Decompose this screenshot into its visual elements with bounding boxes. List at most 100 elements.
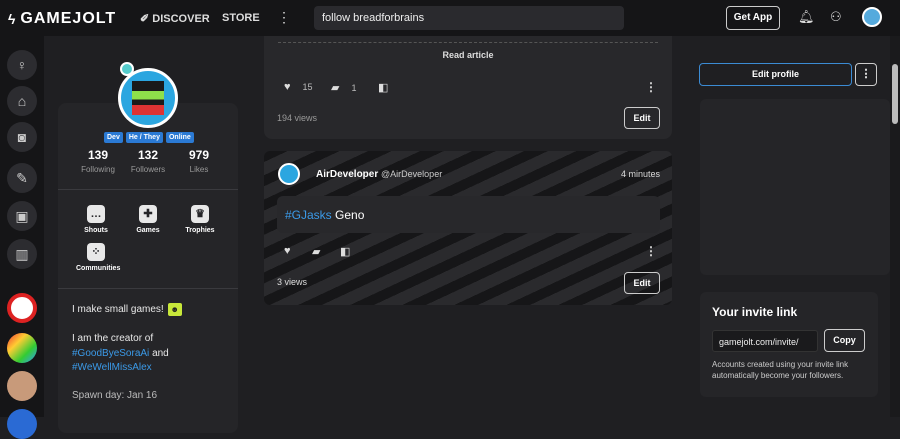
- user-avatar[interactable]: [862, 7, 882, 27]
- sticker-icon: ◧: [378, 82, 389, 94]
- store-link[interactable]: STORE: [222, 12, 260, 24]
- games-tile[interactable]: ✚ Games: [128, 205, 168, 234]
- profile-tags: Dev He / They Online: [104, 132, 194, 143]
- spawn-day: Spawn day: Jan 16: [72, 390, 158, 401]
- logo-text: GAMEJOLT: [20, 10, 117, 27]
- community-no-icon[interactable]: [7, 293, 37, 323]
- communities-icon: ⁘: [87, 243, 105, 261]
- post-menu-icon[interactable]: ⋮: [645, 80, 657, 94]
- heart-icon: ♥: [284, 245, 291, 257]
- left-sidebar: ♀ ⌂ ◙ ✎ ▣ ▥: [0, 36, 44, 439]
- stat-label: Following: [81, 165, 115, 174]
- profile-more-icon[interactable]: ⋮: [855, 63, 877, 86]
- bio-line: #WeWellMissAlex: [72, 362, 152, 373]
- communities-tile[interactable]: ⁘ Communities: [76, 243, 121, 272]
- stat-number: 132: [137, 148, 159, 162]
- backpack-icon[interactable]: ◙: [7, 122, 37, 152]
- scrollbar[interactable]: [890, 36, 900, 417]
- hashtag-link[interactable]: #GoodByeSoraAi: [72, 348, 149, 359]
- tile-label: Games: [136, 227, 160, 234]
- post-timestamp: 4 minutes: [620, 169, 660, 179]
- gamejolt-logo[interactable]: ϟ GAMEJOLT: [8, 10, 116, 28]
- like-button[interactable]: ♥: [284, 245, 291, 257]
- ad-panel: [700, 99, 890, 275]
- store-icon[interactable]: ⌂: [7, 86, 37, 116]
- lightbulb-icon[interactable]: ♀: [7, 50, 37, 80]
- stat-following[interactable]: 139 Following: [78, 148, 118, 174]
- tile-label: Communities: [76, 265, 121, 272]
- bio-text: I make small games!: [72, 304, 164, 316]
- invite-link-field[interactable]: gamejolt.com/invite/: [712, 330, 818, 352]
- tag-dev: Dev: [104, 132, 123, 143]
- comment-button[interactable]: ▰ 1: [331, 81, 356, 94]
- bio-line: I am the creator of: [72, 333, 154, 344]
- community-avatar-icon[interactable]: [7, 371, 37, 401]
- discover-link[interactable]: ✐ DISCOVER: [140, 12, 210, 25]
- friends-icon[interactable]: ⚇: [830, 9, 842, 25]
- scrollbar-thumb[interactable]: [892, 64, 898, 124]
- stat-label: Likes: [189, 165, 209, 174]
- stat-number: 979: [188, 148, 210, 162]
- stat-number: 139: [87, 148, 109, 162]
- chat-icon[interactable]: ▣: [7, 201, 37, 231]
- sticker-icon: ◧: [340, 246, 351, 258]
- tile-label: Trophies: [185, 227, 215, 234]
- edit-button[interactable]: Edit: [624, 107, 660, 129]
- sticker-button[interactable]: ◧: [340, 245, 350, 258]
- search-input[interactable]: [314, 6, 624, 30]
- smiley-emoji-icon: ☻: [167, 303, 182, 316]
- invite-description: Accounts created using your invite link …: [712, 360, 849, 380]
- author-name[interactable]: AirDeveloper @AirDeveloper: [316, 169, 442, 180]
- stat-label: Followers: [130, 165, 166, 174]
- community-rainbow-icon[interactable]: [7, 333, 37, 363]
- like-count: 15: [302, 82, 313, 92]
- read-article-button[interactable]: Read article: [264, 50, 672, 60]
- comment-count: 1: [351, 82, 357, 93]
- author-display-name: AirDeveloper: [316, 169, 379, 180]
- author-handle: @AirDeveloper: [381, 169, 443, 179]
- invite-panel: Your invite link gamejolt.com/invite/ Co…: [700, 292, 878, 397]
- bio-line: I make small games! ☻: [72, 303, 182, 316]
- sticker-button[interactable]: ◧: [378, 81, 388, 94]
- hashtag-link[interactable]: #WeWellMissAlex: [72, 362, 152, 373]
- view-count: 194 views: [277, 113, 318, 123]
- avatar-pixel-art: [132, 81, 164, 115]
- comment-icon: ▰: [331, 82, 340, 94]
- shouts-tile[interactable]: … Shouts: [76, 205, 116, 234]
- stat-likes[interactable]: 979 Likes: [179, 148, 219, 174]
- profile-avatar[interactable]: [118, 68, 178, 128]
- trophy-icon: ♛: [191, 205, 209, 223]
- copy-button[interactable]: Copy: [824, 329, 865, 352]
- post-card: AirDeveloper @AirDeveloper 4 minutes #GJ…: [264, 151, 672, 305]
- stat-followers[interactable]: 132 Followers: [128, 148, 168, 174]
- edit-button[interactable]: Edit: [624, 272, 660, 294]
- profile-column: Dev He / They Online 139 Following 132 F…: [44, 36, 254, 433]
- heart-icon: ♥: [284, 81, 291, 93]
- quest-icon[interactable]: ✎: [7, 163, 37, 193]
- library-icon[interactable]: ▥: [7, 239, 37, 269]
- tag-online: Online: [165, 132, 194, 143]
- divider: [58, 288, 238, 289]
- invite-title: Your invite link: [712, 305, 798, 319]
- community-blue-icon[interactable]: [7, 409, 37, 439]
- bio-text: and: [152, 348, 169, 359]
- avatar-decoration: [120, 62, 134, 76]
- post-menu-icon[interactable]: ⋮: [645, 244, 657, 258]
- trophies-tile[interactable]: ♛ Trophies: [180, 205, 220, 234]
- tag-pronouns: He / They: [125, 132, 163, 143]
- compass-icon: ✐: [140, 13, 153, 25]
- edit-profile-button[interactable]: Edit profile: [699, 63, 852, 86]
- tile-label: Shouts: [84, 227, 108, 234]
- like-button[interactable]: ♥ 15: [284, 81, 313, 93]
- top-navbar: ϟ GAMEJOLT ✐ DISCOVER STORE ⋮ Get App 🔔︎…: [0, 0, 900, 36]
- post-card: Read article ♥ 15 ▰ 1 ◧ ⋮ 194 views Edit: [264, 36, 672, 139]
- discover-label: DISCOVER: [152, 13, 210, 25]
- notifications-bell-icon[interactable]: 🔔︎: [798, 9, 815, 25]
- bio-line: #GoodByeSoraAi and: [72, 348, 169, 359]
- post-text: Geno: [335, 208, 365, 222]
- hashtag-link[interactable]: #GJasks: [285, 208, 332, 222]
- author-avatar[interactable]: [278, 163, 300, 185]
- comment-button[interactable]: ▰: [312, 245, 320, 258]
- get-app-button[interactable]: Get App: [726, 6, 780, 30]
- more-menu-icon[interactable]: ⋮: [277, 9, 291, 26]
